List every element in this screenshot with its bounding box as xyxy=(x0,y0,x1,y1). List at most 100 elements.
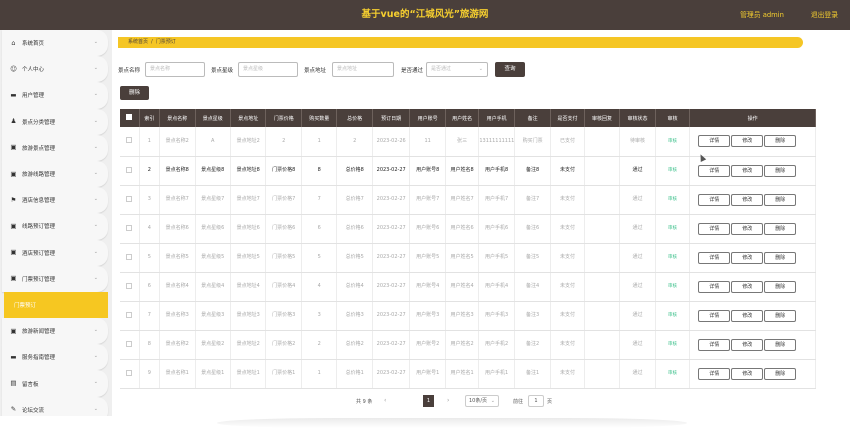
sidebar-item-11[interactable]: ▣ 旅游新闻管理 ⌄ xyxy=(2,318,108,345)
delete-button[interactable]: 删除 xyxy=(764,193,797,206)
detail-button[interactable]: 详情 xyxy=(698,251,731,264)
row-checkbox[interactable] xyxy=(126,253,133,260)
table-row[interactable]: 8 景点名称2 景点星级2 景点地址2 门票价格2 2 总价格2 2023-02-27 用户账号… xyxy=(120,330,816,360)
table-row[interactable]: 7 景点名称3 景点星级3 景点地址3 门票价格3 3 总价格3 2023-02-27 用户账号… xyxy=(120,301,816,331)
sidebar-item-1[interactable]: ☺ 个人中心 ⌄ xyxy=(2,56,108,83)
edit-button[interactable]: 修改 xyxy=(731,193,764,206)
pager-goto-input[interactable]: 1 xyxy=(528,395,544,407)
sidebar-item-10[interactable]: 门票预订 xyxy=(4,291,108,319)
audit-link[interactable]: 审核 xyxy=(668,197,677,202)
sidebar-item-3[interactable]: ♟ 景点分类管理 ⌄ xyxy=(2,108,108,135)
cell-audit: 审核 xyxy=(655,272,691,302)
delete-button[interactable]: 删除 xyxy=(764,367,797,380)
table-row[interactable]: 3 景点名称7 景点星级7 景点地址7 门票价格7 7 总价格7 2023-02-27 用户账号… xyxy=(120,185,816,215)
delete-button[interactable]: 删除 xyxy=(764,309,797,322)
audit-link[interactable]: 审核 xyxy=(668,255,677,260)
chevron-down-icon: ⌄ xyxy=(93,327,98,334)
cell-star: 景点星级1 xyxy=(195,359,231,389)
sidebar-item-4[interactable]: ▣ 旅游景点管理 ⌄ xyxy=(2,134,108,161)
audit-link[interactable]: 审核 xyxy=(668,371,677,376)
next-page-icon[interactable]: › xyxy=(447,397,449,404)
cell-addr: 景点地址6 xyxy=(230,214,267,244)
detail-button[interactable]: 详情 xyxy=(698,222,731,235)
sidebar-item-12[interactable]: ▬ 服务指南管理 ⌄ xyxy=(2,344,108,371)
audit-link[interactable]: 审核 xyxy=(668,284,677,289)
sidebar-item-5[interactable]: ▣ 旅游线路管理 ⌄ xyxy=(2,160,108,188)
breadcrumb-home[interactable]: 系统首页 xyxy=(128,39,148,45)
table-row[interactable]: 2 景点名称8 景点星级8 景点地址8 门票价格8 8 总价格8 2023-02-27 用户账号… xyxy=(120,156,816,186)
sidebar-item-7[interactable]: ▣ 线路预订管理 ⌄ xyxy=(2,213,108,240)
page-size-select[interactable]: 10条/页 ⌄ xyxy=(465,395,499,407)
edit-button[interactable]: 修改 xyxy=(731,309,764,322)
row-checkbox[interactable] xyxy=(126,224,133,231)
edit-button[interactable]: 修改 xyxy=(731,222,764,235)
search-pass-select[interactable]: 是否通过 ⌄ xyxy=(426,62,488,77)
cell-total: 总价格4 xyxy=(336,272,373,302)
cell-phone: 13111111111 xyxy=(478,127,515,157)
cell-star: 景点星级6 xyxy=(195,214,231,244)
row-select-cell xyxy=(120,185,140,215)
audit-link[interactable]: 审核 xyxy=(668,313,677,318)
row-checkbox[interactable] xyxy=(126,166,133,173)
chevron-down-icon: ⌄ xyxy=(93,405,98,412)
delete-button[interactable]: 删除 xyxy=(764,251,797,264)
table-row[interactable]: 1 景点名称2 A 景点地址2 2 1 2 2023-02-26 11 张三 13111111111… xyxy=(120,127,816,157)
select-all-header[interactable] xyxy=(120,109,140,127)
logout-link[interactable]: 退出登录 xyxy=(811,0,838,30)
detail-button[interactable]: 详情 xyxy=(698,135,731,148)
cell-reply xyxy=(584,243,621,273)
pager-current-page[interactable]: 1 xyxy=(423,395,434,407)
detail-button[interactable]: 详情 xyxy=(698,193,731,206)
audit-link[interactable]: 审核 xyxy=(668,342,677,347)
sidebar-item-9[interactable]: ▣ 门票预订管理 ⌄ xyxy=(2,265,108,292)
row-checkbox[interactable] xyxy=(126,311,133,318)
detail-button[interactable]: 详情 xyxy=(698,280,731,293)
sidebar-item-2[interactable]: ▬ 用户管理 ⌄ xyxy=(2,82,108,109)
edit-button[interactable]: 修改 xyxy=(731,135,764,148)
batch-delete-button[interactable]: 删除 xyxy=(120,86,149,100)
delete-button[interactable]: 删除 xyxy=(764,135,797,148)
table-row[interactable]: 5 景点名称5 景点星级5 景点地址5 门票价格5 5 总价格5 2023-02-27 用户账号… xyxy=(120,243,816,273)
delete-button[interactable]: 删除 xyxy=(764,222,797,235)
row-checkbox[interactable] xyxy=(126,137,133,144)
current-user[interactable]: 管理员 admin xyxy=(740,0,784,30)
detail-button[interactable]: 详情 xyxy=(698,367,731,380)
sidebar-item-label: 酒店预订管理 xyxy=(22,250,56,257)
search-name-input[interactable]: 景点名称 xyxy=(145,62,205,77)
search-addr-input[interactable]: 景点地址 xyxy=(332,62,394,77)
table-row[interactable]: 4 景点名称6 景点星级6 景点地址6 门票价格6 6 总价格6 2023-02-27 用户账号… xyxy=(120,214,816,244)
audit-link[interactable]: 审核 xyxy=(668,168,677,173)
sidebar-item-8[interactable]: ▣ 酒店预订管理 ⌄ xyxy=(2,239,108,266)
edit-button[interactable]: 修改 xyxy=(731,280,764,293)
table-row[interactable]: 9 景点名称1 景点星级1 景点地址1 门票价格1 1 总价格1 2023-02-27 用户账号… xyxy=(120,359,816,389)
delete-button[interactable]: 删除 xyxy=(764,280,797,293)
edit-button[interactable]: 修改 xyxy=(731,164,764,177)
delete-button[interactable]: 删除 xyxy=(764,338,797,351)
edit-button[interactable]: 修改 xyxy=(731,367,764,380)
audit-link[interactable]: 审核 xyxy=(668,139,677,144)
edit-button[interactable]: 修改 xyxy=(731,338,764,351)
select-all-checkbox[interactable] xyxy=(126,114,133,120)
query-button[interactable]: 查询 xyxy=(495,62,525,77)
column-header: 用户姓名 xyxy=(445,109,480,127)
detail-button[interactable]: 详情 xyxy=(698,164,731,177)
detail-button[interactable]: 详情 xyxy=(698,309,731,322)
edit-button[interactable]: 修改 xyxy=(731,251,764,264)
sidebar-item-6[interactable]: ⚑ 酒店信息管理 ⌄ xyxy=(2,187,108,214)
sidebar-item-label: 酒店信息管理 xyxy=(22,198,56,205)
search-star-input[interactable]: 景点星级 xyxy=(238,62,298,77)
sidebar-item-13[interactable]: ▤ 留言板 ⌄ xyxy=(2,370,108,397)
audit-link[interactable]: 审核 xyxy=(668,226,677,231)
row-checkbox[interactable] xyxy=(126,369,133,376)
detail-button[interactable]: 详情 xyxy=(698,338,731,351)
row-checkbox[interactable] xyxy=(126,340,133,347)
row-checkbox[interactable] xyxy=(126,195,133,202)
sidebar-item-14[interactable]: ✎ 论坛交流 ⌄ xyxy=(2,396,108,416)
sidebar-item-0[interactable]: ⌂ 系统首页 ⌄ xyxy=(2,30,108,57)
row-checkbox[interactable] xyxy=(126,282,133,289)
cell-uname: 用户姓名2 xyxy=(445,330,480,360)
prev-page-icon[interactable]: ‹ xyxy=(384,397,386,404)
cell-name: 景点名称2 xyxy=(159,127,196,157)
table-row[interactable]: 6 景点名称4 景点星级4 景点地址4 门票价格4 4 总价格4 2023-02-27 用户账号… xyxy=(120,272,816,302)
delete-button[interactable]: 删除 xyxy=(764,164,797,177)
